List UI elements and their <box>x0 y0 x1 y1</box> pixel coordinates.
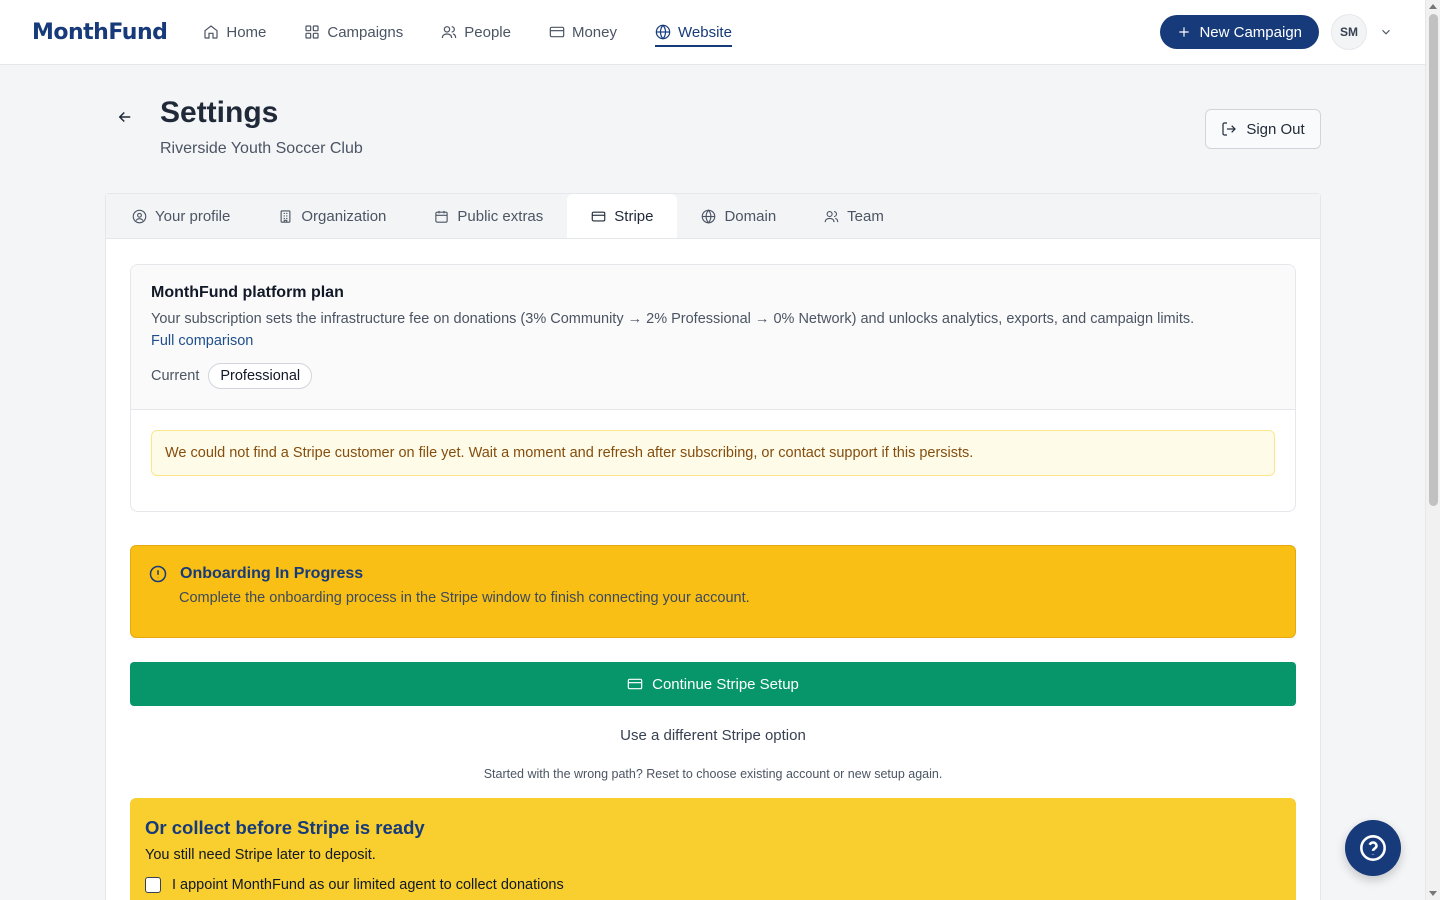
continue-label: Continue Stripe Setup <box>652 675 799 693</box>
tab-label: Organization <box>301 207 387 225</box>
plan-description: Your subscription sets the infrastructur… <box>151 311 1195 327</box>
sign-out-button[interactable]: Sign Out <box>1205 109 1321 149</box>
current-plan-label: Current <box>151 368 200 384</box>
grid-icon <box>305 25 319 39</box>
brand-logo[interactable]: MonthFund <box>32 20 168 45</box>
page-subtitle: Riverside Youth Soccer Club <box>160 140 363 157</box>
sign-out-label: Sign Out <box>1246 120 1305 138</box>
card-icon <box>627 678 643 690</box>
help-button[interactable] <box>1345 820 1401 876</box>
avatar[interactable]: SM <box>1331 14 1367 50</box>
tab-label: Your profile <box>155 207 231 225</box>
onboarding-title: Onboarding In Progress <box>180 565 364 582</box>
collect-before-stripe-panel: Or collect before Stripe is ready You st… <box>130 798 1296 900</box>
home-icon <box>204 25 218 39</box>
alert-circle-icon <box>149 565 167 583</box>
current-plan-row: Current Professional <box>151 363 1275 389</box>
help-circle-icon <box>1360 835 1386 861</box>
different-stripe-option-button[interactable]: Use a different Stripe option <box>106 727 1320 744</box>
nav-item-label: Campaigns <box>327 23 404 41</box>
new-campaign-label: New Campaign <box>1199 23 1302 41</box>
tab-organization[interactable]: Organization <box>254 194 410 238</box>
continue-stripe-setup-button[interactable]: Continue Stripe Setup <box>130 662 1296 706</box>
onboarding-header: Onboarding In Progress <box>148 564 1278 584</box>
nav-item-label: Money <box>571 23 617 41</box>
plan-summary: MonthFund platform plan Your subscriptio… <box>131 265 1295 410</box>
building-icon <box>280 209 291 223</box>
tab-label: Public extras <box>457 207 544 225</box>
current-plan-badge: Professional <box>208 363 313 389</box>
agent-consent-checkbox[interactable] <box>145 877 161 893</box>
nav-items: Home Campaigns People Money Website <box>203 16 770 49</box>
page-scrollbar[interactable] <box>1425 0 1440 900</box>
scroll-thumb[interactable] <box>1429 14 1438 506</box>
sign-out-icon <box>1222 122 1237 136</box>
calendar-icon <box>435 210 449 223</box>
tab-label: Domain <box>724 207 777 225</box>
card-icon <box>549 26 565 38</box>
tab-label: Stripe <box>614 207 654 225</box>
nav-right: New Campaign SM <box>1160 14 1393 50</box>
tab-stripe[interactable]: Stripe <box>567 194 678 238</box>
full-comparison-link[interactable]: Full comparison <box>151 333 253 349</box>
agent-consent-row[interactable]: I appoint MonthFund as our limited agent… <box>145 877 1281 893</box>
nav-item-money[interactable]: Money <box>549 16 617 49</box>
onboarding-alert: Onboarding In Progress Complete the onbo… <box>130 545 1296 638</box>
new-campaign-button[interactable]: New Campaign <box>1160 15 1319 49</box>
top-nav: MonthFund Home Campaigns People Money We… <box>0 0 1425 65</box>
nav-item-label: Home <box>226 23 267 41</box>
stripe-customer-notice: We could not find a Stripe customer on f… <box>151 430 1275 476</box>
tab-domain[interactable]: Domain <box>677 194 800 238</box>
agent-consent-label: I appoint MonthFund as our limited agent… <box>172 877 564 893</box>
arrow-left-icon <box>118 111 131 123</box>
nav-item-people[interactable]: People <box>441 16 511 49</box>
user-circle-icon <box>132 209 147 223</box>
tab-label: Team <box>847 207 884 225</box>
collect-title: Or collect before Stripe is ready <box>145 817 425 838</box>
plan-title: MonthFund platform plan <box>151 284 344 301</box>
nav-item-home[interactable]: Home <box>203 16 266 49</box>
scroll-down-arrow-icon[interactable] <box>1429 891 1437 896</box>
nav-item-website[interactable]: Website <box>655 16 732 49</box>
globe-icon <box>655 24 671 40</box>
tab-public-extras[interactable]: Public extras <box>410 194 567 238</box>
reset-note: Started with the wrong path? Reset to ch… <box>483 767 943 781</box>
team-icon <box>824 210 839 222</box>
settings-tabs: Your profile Organization Public extras … <box>106 194 1320 239</box>
collect-subtitle: You still need Stripe later to deposit. <box>145 847 376 863</box>
plus-icon <box>1179 27 1190 37</box>
nav-item-campaigns[interactable]: Campaigns <box>304 16 403 49</box>
onboarding-description: Complete the onboarding process in the S… <box>179 590 750 606</box>
tab-your-profile[interactable]: Your profile <box>108 194 254 238</box>
back-button[interactable] <box>116 108 134 126</box>
settings-card: Your profile Organization Public extras … <box>105 193 1321 900</box>
globe-icon <box>702 208 716 224</box>
nav-item-label: People <box>464 23 511 41</box>
page-title: Settings <box>160 96 279 129</box>
chevron-down-icon[interactable] <box>1379 25 1393 39</box>
platform-plan-panel: MonthFund platform plan Your subscriptio… <box>130 264 1296 512</box>
scroll-up-arrow-icon[interactable] <box>1429 4 1437 9</box>
card-icon <box>591 211 606 221</box>
nav-item-label: Website <box>678 23 732 41</box>
tab-team[interactable]: Team <box>800 194 908 238</box>
people-icon <box>441 26 457 39</box>
